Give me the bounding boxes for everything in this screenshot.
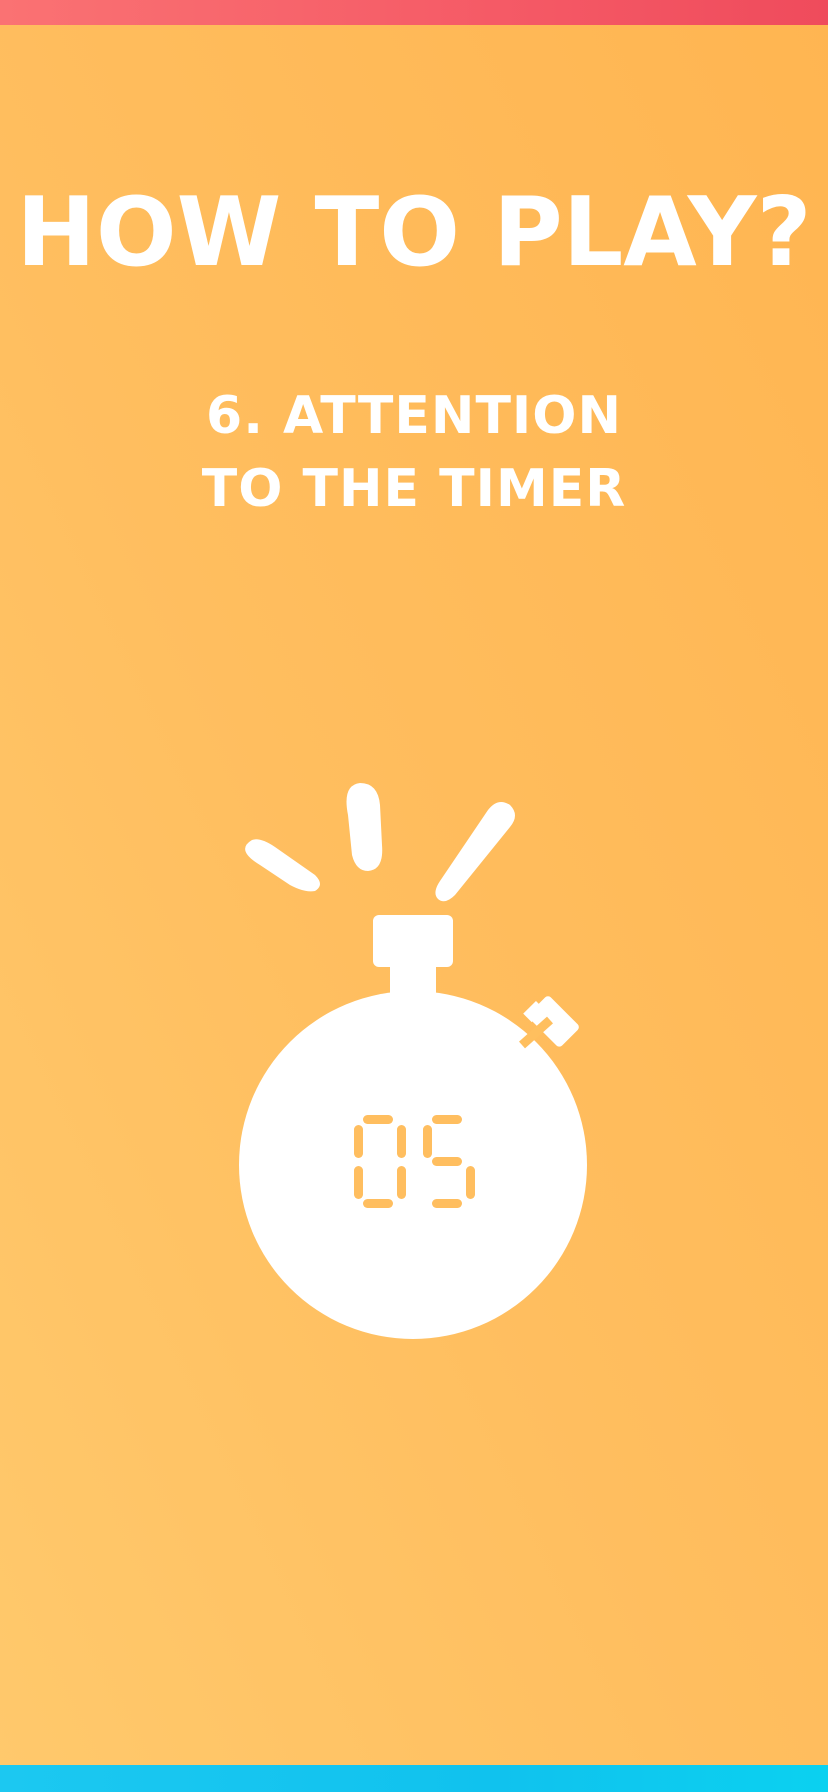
how-to-play-screen: HOW TO PLAY? 6. ATTENTION TO THE TIMER	[0, 0, 828, 1792]
stopwatch-crown	[373, 915, 453, 967]
bottom-accent-bar	[0, 1765, 828, 1792]
alarm-ray-right-icon	[435, 801, 515, 902]
step-heading: 6. ATTENTION TO THE TIMER	[0, 380, 828, 526]
stopwatch-icon: 05	[230, 775, 610, 1345]
alarm-ray-left-icon	[245, 839, 320, 892]
top-accent-bar	[0, 0, 828, 25]
step-heading-line-2: TO THE TIMER	[201, 459, 627, 519]
alarm-ray-center-icon	[346, 783, 383, 871]
page-title: HOW TO PLAY?	[16, 178, 812, 288]
step-heading-line-1: 6. ATTENTION	[206, 386, 622, 446]
stopwatch-body	[239, 991, 587, 1339]
